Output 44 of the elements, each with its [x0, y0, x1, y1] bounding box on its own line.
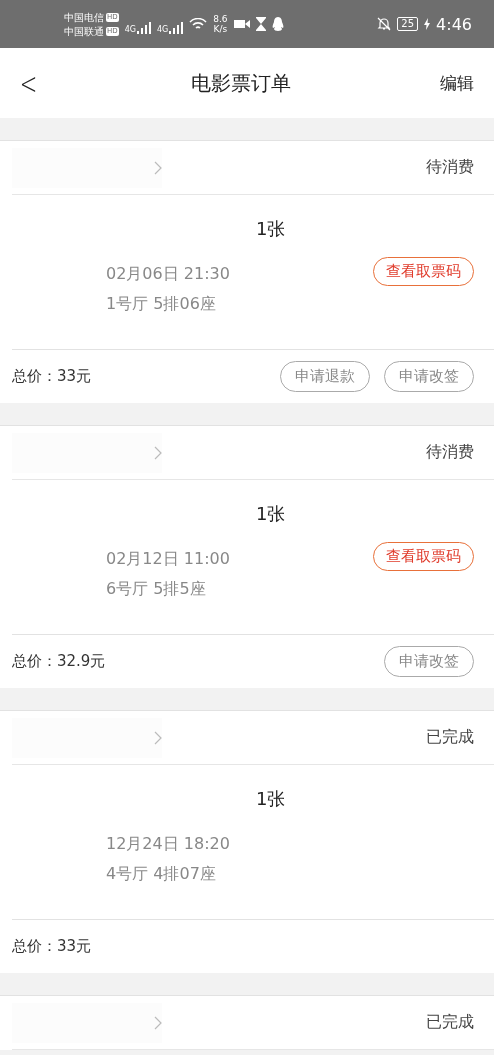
hourglass-icon [255, 17, 266, 31]
penguin-icon [271, 17, 284, 31]
order-status: 已完成 [426, 1012, 474, 1033]
page-title: 电影票订单 [190, 69, 291, 97]
carrier-name: 中国电信 [64, 10, 104, 24]
edit-button[interactable]: 编辑 [440, 71, 474, 95]
order-status: 待消费 [426, 157, 474, 178]
battery-level: 25 [397, 17, 419, 31]
network-type: 4G [156, 24, 169, 34]
speed-value: 8.6 [213, 14, 228, 24]
carrier-name: 中国联通 [64, 24, 104, 38]
ticket-code-button[interactable]: 查看取票码 [373, 542, 474, 571]
chevron-icon [154, 730, 162, 745]
back-button[interactable]: < [19, 65, 38, 101]
total-price: 总价：33元 [12, 937, 92, 956]
showtime: 02月06日 21:30 [106, 263, 230, 285]
ticket-count: 1张 [255, 217, 287, 241]
total-price: 总价：32.9元 [12, 652, 106, 671]
seat-info: 1号厅 5排06座 [106, 293, 216, 315]
total-price: 总价：33元 [12, 367, 92, 386]
showtime: 02月12日 11:00 [106, 548, 230, 570]
chevron-icon [154, 1015, 162, 1030]
showtime: 12月24日 18:20 [106, 833, 230, 855]
action-button[interactable]: 申请退款 [280, 361, 370, 392]
chevron-icon [154, 445, 162, 460]
ticket-code-button[interactable]: 查看取票码 [373, 257, 474, 286]
wifi-icon [189, 17, 208, 31]
chevron-icon [154, 160, 162, 175]
charging-icon [424, 18, 431, 30]
ticket-count: 1张 [255, 787, 287, 811]
action-button[interactable]: 申请改签 [384, 361, 474, 392]
network-type: 4G [124, 24, 136, 34]
action-button[interactable]: 申请改签 [384, 646, 474, 677]
seat-info: 4号厅 4排07座 [106, 863, 216, 885]
ticket-count: 1张 [255, 502, 287, 526]
bell-muted-icon [377, 17, 392, 31]
seat-info: 6号厅 5排5座 [106, 578, 206, 600]
order-status: 已完成 [426, 727, 474, 748]
speed-unit: K/s [213, 24, 228, 34]
clock: 4:46 [436, 14, 472, 34]
video-camera-icon [233, 19, 250, 29]
signal-icon [136, 21, 151, 34]
signal-icon [169, 21, 184, 34]
order-status: 待消费 [426, 442, 474, 463]
